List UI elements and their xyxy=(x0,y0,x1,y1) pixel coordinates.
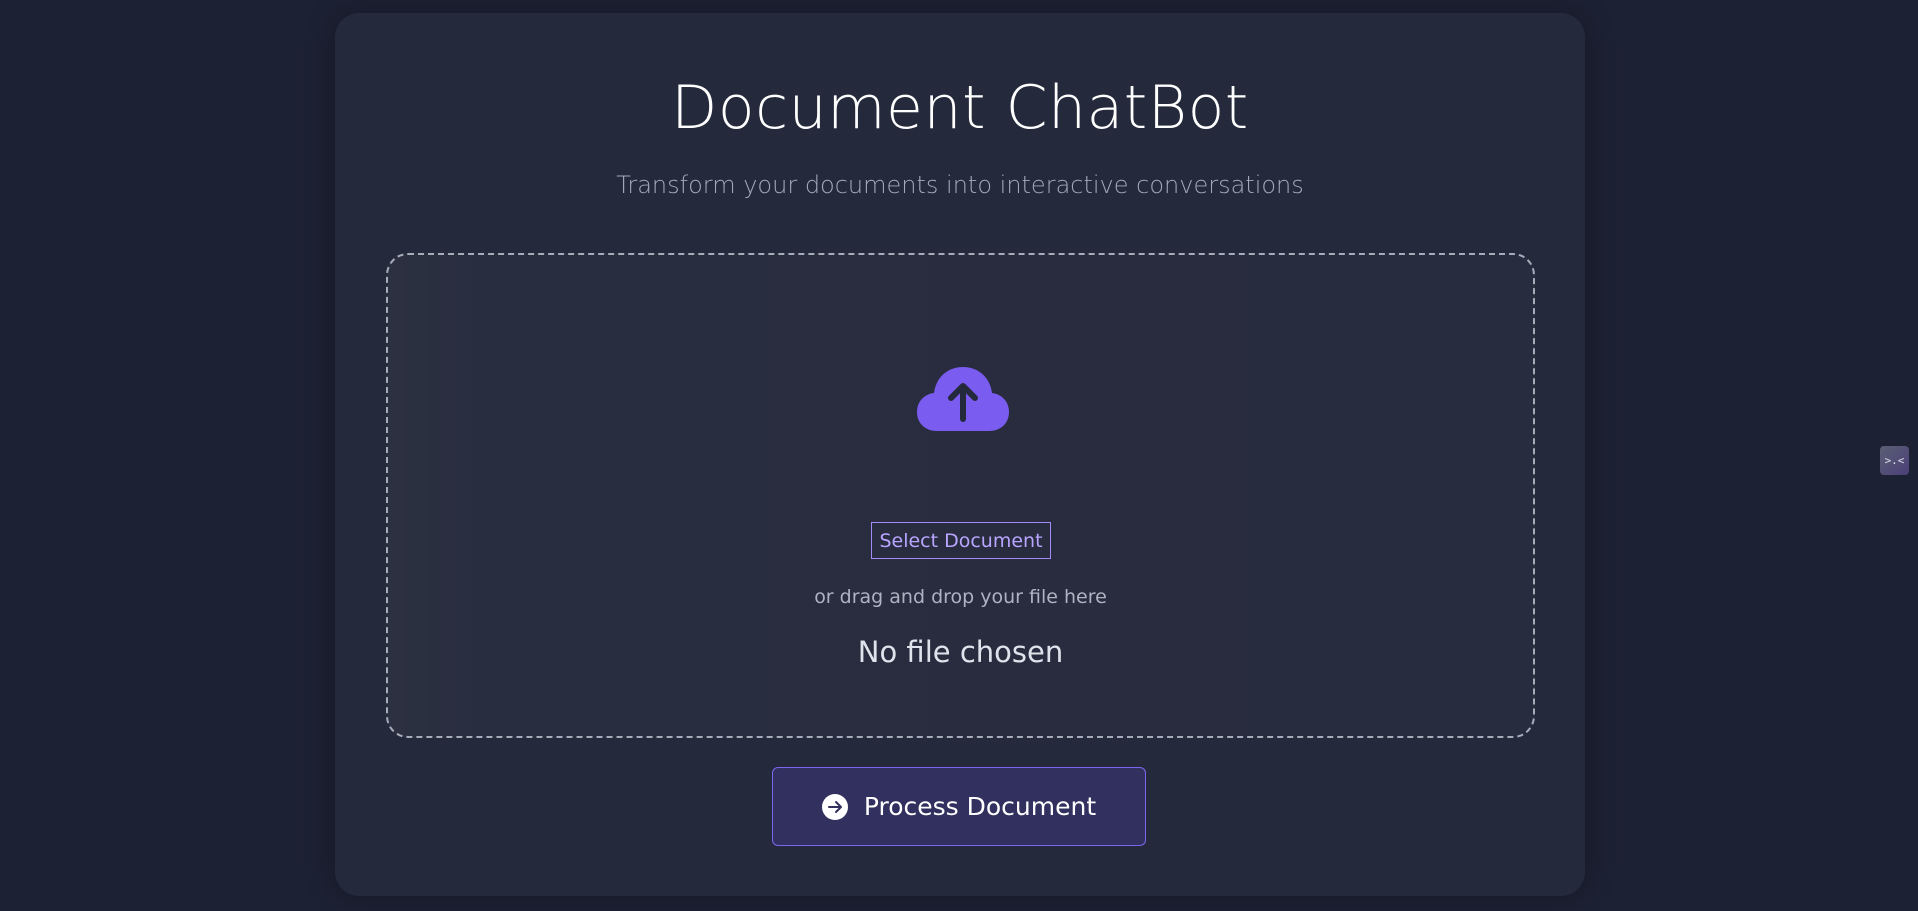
side-widget-button[interactable]: >.< xyxy=(1880,446,1909,475)
page-title: Document ChatBot xyxy=(671,73,1249,143)
arrow-right-circle-icon xyxy=(821,793,848,820)
file-dropzone[interactable]: Select Document or drag and drop your fi… xyxy=(386,253,1535,738)
face-icon: >.< xyxy=(1884,454,1905,467)
process-document-button[interactable]: Process Document xyxy=(772,767,1146,846)
main-card: Document ChatBot Transform your document… xyxy=(335,13,1585,896)
file-status: No file chosen xyxy=(857,635,1064,669)
page-subtitle: Transform your documents into interactiv… xyxy=(616,171,1304,199)
process-button-label: Process Document xyxy=(863,792,1097,821)
select-document-button[interactable]: Select Document xyxy=(871,522,1051,559)
drag-drop-hint: or drag and drop your file here xyxy=(814,586,1107,608)
cloud-upload-icon xyxy=(917,367,1009,431)
page: Document ChatBot Transform your document… xyxy=(0,0,1918,911)
